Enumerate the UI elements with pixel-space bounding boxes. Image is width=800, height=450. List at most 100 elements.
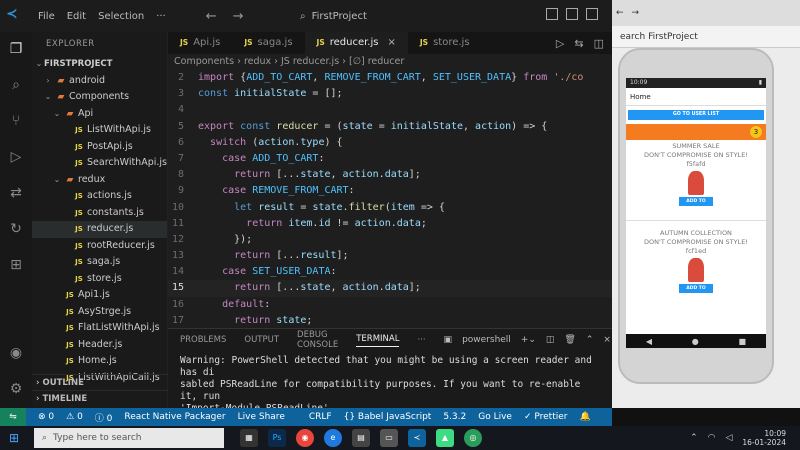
taskbar-clock[interactable]: 10:09 16-01-2024 bbox=[742, 429, 786, 447]
live-share-icon[interactable]: ↻ bbox=[7, 220, 25, 238]
code-line[interactable]: 3 const initialState = []; bbox=[168, 86, 612, 102]
taskbar-search[interactable]: ⌕ Type here to search bbox=[34, 428, 224, 448]
menu-file[interactable]: File bbox=[38, 11, 55, 22]
go-to-user-list-button[interactable]: GO TO USER LIST bbox=[628, 110, 764, 120]
tree-file[interactable]: JS store.js bbox=[32, 271, 167, 288]
status-language[interactable]: {} Babel JavaScript bbox=[344, 412, 432, 422]
code-line[interactable]: 15 return [...state, action.data]; bbox=[168, 280, 612, 297]
tab-terminal[interactable]: TERMINAL bbox=[356, 334, 400, 347]
back-arrow-icon[interactable]: ← bbox=[206, 9, 217, 24]
tree-file[interactable]: JS Home.js bbox=[32, 353, 167, 370]
code-line[interactable]: 14 case SET_USER_DATA: bbox=[168, 264, 612, 280]
menu-selection[interactable]: Selection bbox=[98, 11, 144, 22]
add-to-cart-button[interactable]: ADD TO CART bbox=[679, 284, 713, 300]
extensions-icon[interactable]: ⊞ bbox=[7, 256, 25, 274]
panel-more-icon[interactable]: ··· bbox=[417, 335, 425, 345]
run-icon[interactable]: ▷ bbox=[556, 37, 564, 50]
task-view-icon[interactable]: ▦ bbox=[240, 429, 258, 447]
tray-chevron-icon[interactable]: ⌃ bbox=[690, 433, 698, 443]
wifi-icon[interactable]: ◠ bbox=[708, 433, 716, 443]
close-panel-icon[interactable]: × bbox=[603, 335, 611, 345]
tree-folder[interactable]: ⌄ FIRSTPROJECT bbox=[32, 56, 167, 73]
notifications-bell-icon[interactable]: 🔔 bbox=[579, 412, 590, 422]
emulator-search-bar[interactable]: earch FirstProject bbox=[612, 26, 800, 48]
split-editor-icon[interactable]: ◫ bbox=[594, 37, 604, 50]
tree-file[interactable]: JS rootReducer.js bbox=[32, 238, 167, 255]
tree-file[interactable]: JS Api1.js bbox=[32, 287, 167, 304]
tree-folder[interactable]: ⌄ ▰ redux bbox=[32, 172, 167, 189]
settings-gear-icon[interactable]: ⚙ bbox=[7, 380, 25, 398]
code-line[interactable]: 2 import {ADD_TO_CART, REMOVE_FROM_CART, … bbox=[168, 70, 612, 86]
code-line[interactable]: 16 default: bbox=[168, 297, 612, 313]
toggle-panel-icon[interactable] bbox=[566, 8, 578, 20]
remote-indicator-icon[interactable]: ⇋ bbox=[0, 408, 26, 426]
code-line[interactable]: 8 return [...state, action.data]; bbox=[168, 167, 612, 183]
code-line[interactable]: 7 case ADD_TO_CART: bbox=[168, 151, 612, 167]
tab-problems[interactable]: PROBLEMS bbox=[180, 335, 226, 345]
status-warnings[interactable]: ⚠ 0 bbox=[66, 412, 83, 422]
toggle-secondary-sidebar-icon[interactable] bbox=[586, 8, 598, 20]
code-line[interactable]: 6 switch (action.type) { bbox=[168, 135, 612, 151]
outline-section[interactable]: › OUTLINE bbox=[32, 374, 168, 390]
status-errors[interactable]: ⊗ 0 bbox=[38, 412, 54, 422]
code-line[interactable]: 10 let result = state.filter(item => { bbox=[168, 200, 612, 216]
tab-debug-console[interactable]: DEBUG CONSOLE bbox=[297, 330, 338, 350]
volume-icon[interactable]: ◁ bbox=[725, 433, 732, 443]
tree-file[interactable]: JS actions.js bbox=[32, 188, 167, 205]
breadcrumb[interactable]: Components › redux › JS reducer.js › [∅]… bbox=[168, 54, 612, 70]
menu-more[interactable]: ··· bbox=[156, 11, 166, 22]
folder-icon[interactable]: ▭ bbox=[380, 429, 398, 447]
tree-folder[interactable]: ⌄ ▰ Components bbox=[32, 89, 167, 106]
split-terminal-icon[interactable]: ◫ bbox=[546, 335, 555, 345]
photoshop-icon[interactable]: Ps bbox=[268, 429, 286, 447]
nav-back-icon[interactable]: ◀ bbox=[646, 337, 652, 346]
edge-icon[interactable]: e bbox=[324, 429, 342, 447]
windows-start-icon[interactable]: ⊞ bbox=[0, 431, 28, 445]
app-circle-icon[interactable]: ◎ bbox=[464, 429, 482, 447]
chrome-icon[interactable]: ◉ bbox=[296, 429, 314, 447]
code-line[interactable]: 9 case REMOVE_FROM_CART: bbox=[168, 183, 612, 199]
phone-screen[interactable]: 10:09 ▮ Home GO TO USER LIST 3 SUMMER SA… bbox=[626, 78, 766, 348]
code-line[interactable]: 17 return state; bbox=[168, 313, 612, 328]
status-liveshare[interactable]: Live Share bbox=[238, 412, 285, 422]
tree-file[interactable]: JS ListWithApi.js bbox=[32, 122, 167, 139]
forward-arrow-icon[interactable]: → bbox=[233, 9, 244, 24]
status-version[interactable]: 5.3.2 bbox=[443, 412, 466, 422]
code-line[interactable]: 4 bbox=[168, 102, 612, 118]
tree-folder[interactable]: ⌄ ▰ Api bbox=[32, 106, 167, 123]
new-terminal-icon[interactable]: +⌄ bbox=[521, 335, 536, 345]
menu-edit[interactable]: Edit bbox=[67, 11, 86, 22]
account-icon[interactable]: ◉ bbox=[7, 344, 25, 362]
vscode-taskbar-icon[interactable]: ≺ bbox=[408, 429, 426, 447]
status-info[interactable]: ⓘ 0 bbox=[95, 411, 113, 424]
code-line[interactable]: 12 }); bbox=[168, 232, 612, 248]
code-line[interactable]: 13 return [...result]; bbox=[168, 248, 612, 264]
tree-folder[interactable]: › ▰ android bbox=[32, 73, 167, 90]
nav-home-icon[interactable]: ● bbox=[692, 337, 699, 346]
remote-explorer-icon[interactable]: ⇄ bbox=[7, 184, 25, 202]
tree-file[interactable]: JS saga.js bbox=[32, 254, 167, 271]
code-line[interactable]: 5 export const reducer = (state = initial… bbox=[168, 119, 612, 135]
timeline-section[interactable]: › TIMELINE bbox=[32, 390, 168, 406]
maximize-panel-icon[interactable]: ⌃ bbox=[586, 335, 594, 345]
clapperboard-icon[interactable]: ▤ bbox=[352, 429, 370, 447]
code-line[interactable]: 11 return item.id != action.data; bbox=[168, 216, 612, 232]
shell-name[interactable]: powershell bbox=[462, 335, 511, 345]
tree-file[interactable]: JS AsyStrge.js bbox=[32, 304, 167, 321]
explorer-icon[interactable]: ❐ bbox=[7, 40, 25, 58]
command-center[interactable]: ⌕ FirstProject bbox=[300, 6, 480, 26]
source-control-icon[interactable]: ⑂ bbox=[7, 112, 25, 130]
tree-file[interactable]: JS constants.js bbox=[32, 205, 167, 222]
toggle-sidebar-icon[interactable] bbox=[546, 8, 558, 20]
close-tab-icon[interactable]: × bbox=[387, 32, 395, 54]
tree-file[interactable]: JS reducer.js bbox=[32, 221, 167, 238]
tab-store[interactable]: JS store.js bbox=[408, 32, 482, 54]
status-packager[interactable]: React Native Packager bbox=[124, 412, 225, 422]
compare-icon[interactable]: ⇆ bbox=[574, 37, 583, 50]
tab-output[interactable]: OUTPUT bbox=[244, 335, 279, 345]
search-icon[interactable]: ⌕ bbox=[7, 76, 25, 94]
tab-reducer[interactable]: JS reducer.js × bbox=[304, 32, 408, 54]
status-eol[interactable]: CRLF bbox=[309, 412, 332, 422]
status-golive[interactable]: Go Live bbox=[478, 412, 512, 422]
forward-arrow-icon[interactable]: → bbox=[632, 8, 640, 18]
